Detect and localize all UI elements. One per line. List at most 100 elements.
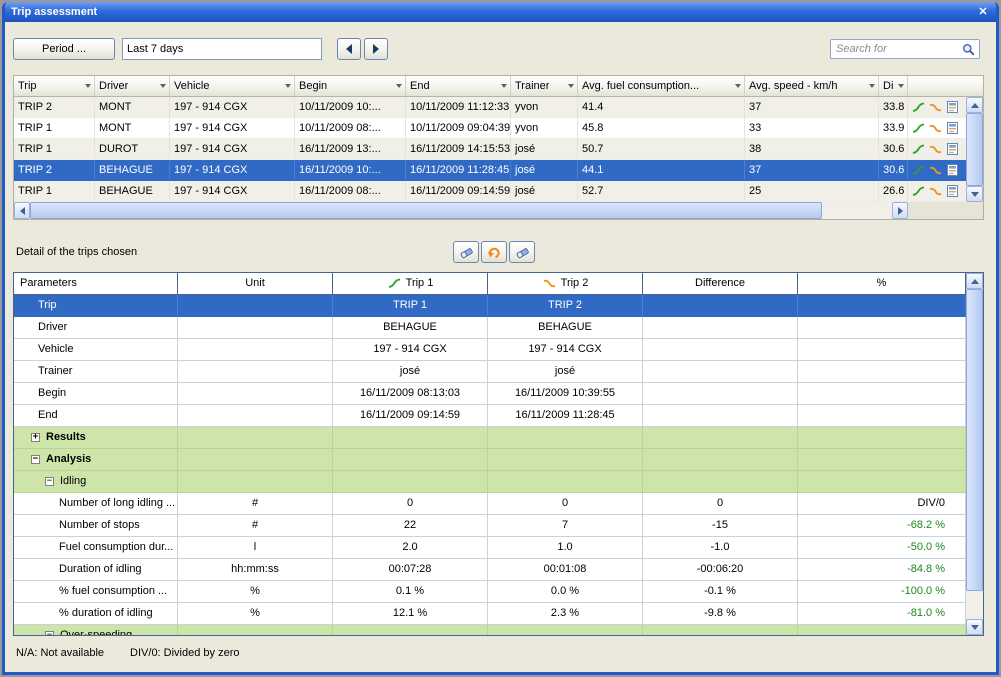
detail-column-header-trip-2[interactable]: Trip 2	[488, 273, 643, 295]
horizontal-scroll-track[interactable]	[822, 202, 892, 219]
detail-column-header-parameters[interactable]: Parameters	[14, 273, 178, 295]
cell-avg_speed: 38	[745, 139, 879, 160]
detail-column-label: Trip 2	[561, 273, 589, 294]
detail-row-trainer[interactable]: Trainerjoséjosé	[14, 361, 966, 383]
cell-avg_fuel: 52.7	[578, 181, 745, 202]
unit-cell	[178, 317, 333, 339]
trip2-trend-icon[interactable]	[928, 122, 943, 135]
titlebar[interactable]: Trip assessment ✕	[5, 2, 996, 22]
column-dropdown-icon[interactable]	[501, 84, 507, 88]
cell-trainer: josé	[511, 139, 578, 160]
detail-row-analysis[interactable]: −Analysis	[14, 449, 966, 471]
column-header-end[interactable]: End	[406, 76, 511, 97]
detail-column-header-[interactable]: %	[798, 273, 966, 295]
detail-row-end[interactable]: End16/11/2009 09:14:5916/11/2009 11:28:4…	[14, 405, 966, 427]
previous-period-button[interactable]	[337, 38, 361, 60]
vertical-scroll-thumb[interactable]	[966, 113, 983, 186]
scroll-left-button[interactable]	[14, 202, 30, 219]
column-dropdown-icon[interactable]	[869, 84, 875, 88]
detail-row-duration-of-idling[interactable]: % duration of idling%12.1 %2.3 %-9.8 %-8…	[14, 603, 966, 625]
column-dropdown-icon[interactable]	[160, 84, 166, 88]
detail-row-number-of-long-idling[interactable]: Number of long idling ...#000DIV/0	[14, 493, 966, 515]
column-dropdown-icon[interactable]	[898, 84, 904, 88]
column-header-dist[interactable]: Dist	[879, 76, 908, 97]
detail-row-vehicle[interactable]: Vehicle197 - 914 CGX197 - 914 CGX	[14, 339, 966, 361]
cell-avg_fuel: 44.1	[578, 160, 745, 181]
column-dropdown-icon[interactable]	[85, 84, 91, 88]
scroll-up-button[interactable]	[966, 97, 983, 113]
column-header-begin[interactable]: Begin	[295, 76, 406, 97]
expand-toggle-icon[interactable]: −	[45, 477, 54, 486]
expand-toggle-icon[interactable]: −	[45, 631, 54, 635]
next-period-button[interactable]	[364, 38, 388, 60]
expand-toggle-icon[interactable]: −	[31, 455, 40, 464]
column-header-trainer[interactable]: Trainer	[511, 76, 578, 97]
trip1-trend-icon[interactable]	[911, 164, 926, 177]
cell-vehicle: 197 - 914 CGX	[170, 139, 295, 160]
trip-row-trip-1-mont[interactable]: TRIP 1MONT197 - 914 CGX10/11/2009 08:...…	[14, 118, 966, 139]
assign-trip2-button[interactable]	[509, 241, 535, 263]
trip-row-trip-1-durot[interactable]: TRIP 1DUROT197 - 914 CGX16/11/2009 13:..…	[14, 139, 966, 160]
expand-toggle-icon[interactable]: +	[31, 433, 40, 442]
scroll-right-button[interactable]	[892, 202, 908, 219]
vertical-scroll-track[interactable]	[966, 591, 983, 619]
trip-report-icon[interactable]	[945, 185, 960, 198]
detail-row-duration-of-idling[interactable]: Duration of idlinghh:mm:ss00:07:2800:01:…	[14, 559, 966, 581]
search-input[interactable]	[834, 42, 961, 56]
trip-report-icon[interactable]	[945, 101, 960, 114]
detail-row-number-of-stops[interactable]: Number of stops#227-15-68.2 %	[14, 515, 966, 537]
detail-row-results[interactable]: +Results	[14, 427, 966, 449]
scroll-down-button[interactable]	[966, 186, 983, 202]
trip2-trend-icon[interactable]	[928, 164, 943, 177]
trip-report-icon[interactable]	[945, 122, 960, 135]
period-button[interactable]: Period ...	[13, 38, 115, 60]
reset-comparison-button[interactable]	[481, 241, 507, 263]
detail-column-header-unit[interactable]: Unit	[178, 273, 333, 295]
column-header-vehicle[interactable]: Vehicle	[170, 76, 295, 97]
trip-row-trip-2-mont[interactable]: TRIP 2MONT197 - 914 CGX10/11/2009 10:...…	[14, 97, 966, 118]
column-header-avg-speed-km-h[interactable]: Avg. speed - km/h	[745, 76, 879, 97]
detail-column-header-difference[interactable]: Difference	[643, 273, 798, 295]
cell-dist: 33.8	[879, 97, 908, 118]
assign-trip1-button[interactable]	[453, 241, 479, 263]
column-header-trip[interactable]: Trip	[14, 76, 95, 97]
trip1-cell: BEHAGUE	[333, 317, 488, 339]
trip-row-trip-2-behague[interactable]: TRIP 2BEHAGUE197 - 914 CGX16/11/2009 10:…	[14, 160, 966, 181]
trip-report-icon[interactable]	[945, 164, 960, 177]
close-button[interactable]: ✕	[974, 4, 992, 20]
detail-column-header-trip-1[interactable]: Trip 1	[333, 273, 488, 295]
column-dropdown-icon[interactable]	[735, 84, 741, 88]
trip-grid-horizontal-scrollbar[interactable]	[14, 202, 908, 219]
period-input[interactable]	[122, 38, 322, 60]
trip1-trend-icon[interactable]	[911, 122, 926, 135]
search-icon[interactable]	[961, 43, 976, 56]
detail-row-idling[interactable]: −Idling	[14, 471, 966, 493]
trip1-trend-icon[interactable]	[911, 143, 926, 156]
scroll-down-button[interactable]	[966, 619, 983, 635]
column-dropdown-icon[interactable]	[285, 84, 291, 88]
column-dropdown-icon[interactable]	[568, 84, 574, 88]
trip2-trend-icon[interactable]	[928, 101, 943, 114]
detail-row-trip[interactable]: TripTRIP 1TRIP 2	[14, 295, 966, 317]
trip-report-icon[interactable]	[945, 143, 960, 156]
trip-grid-vertical-scrollbar[interactable]	[966, 97, 983, 202]
trip1-trend-icon[interactable]	[911, 185, 926, 198]
detail-row-driver[interactable]: DriverBEHAGUEBEHAGUE	[14, 317, 966, 339]
detail-vertical-scrollbar[interactable]	[966, 273, 983, 635]
detail-row-begin[interactable]: Begin16/11/2009 08:13:0316/11/2009 10:39…	[14, 383, 966, 405]
trip2-trend-icon[interactable]	[928, 143, 943, 156]
trip-row-trip-1-behague[interactable]: TRIP 1BEHAGUE197 - 914 CGX16/11/2009 08:…	[14, 181, 966, 202]
column-header-avg-fuel-consumption[interactable]: Avg. fuel consumption...	[578, 76, 745, 97]
detail-row-fuel-consumption[interactable]: % fuel consumption ...%0.1 %0.0 %-0.1 %-…	[14, 581, 966, 603]
column-dropdown-icon[interactable]	[396, 84, 402, 88]
vertical-scroll-thumb[interactable]	[966, 289, 983, 591]
scroll-up-button[interactable]	[966, 273, 983, 289]
trip1-trend-icon[interactable]	[911, 101, 926, 114]
difference-cell	[643, 361, 798, 383]
horizontal-scroll-thumb[interactable]	[30, 202, 822, 219]
column-header-driver[interactable]: Driver	[95, 76, 170, 97]
detail-row-over-speeding[interactable]: −Over-speeding	[14, 625, 966, 635]
trip2-trend-icon[interactable]	[928, 185, 943, 198]
column-header-label: Avg. speed - km/h	[749, 80, 837, 92]
detail-row-fuel-consumption-dur[interactable]: Fuel consumption dur...l2.01.0-1.0-50.0 …	[14, 537, 966, 559]
